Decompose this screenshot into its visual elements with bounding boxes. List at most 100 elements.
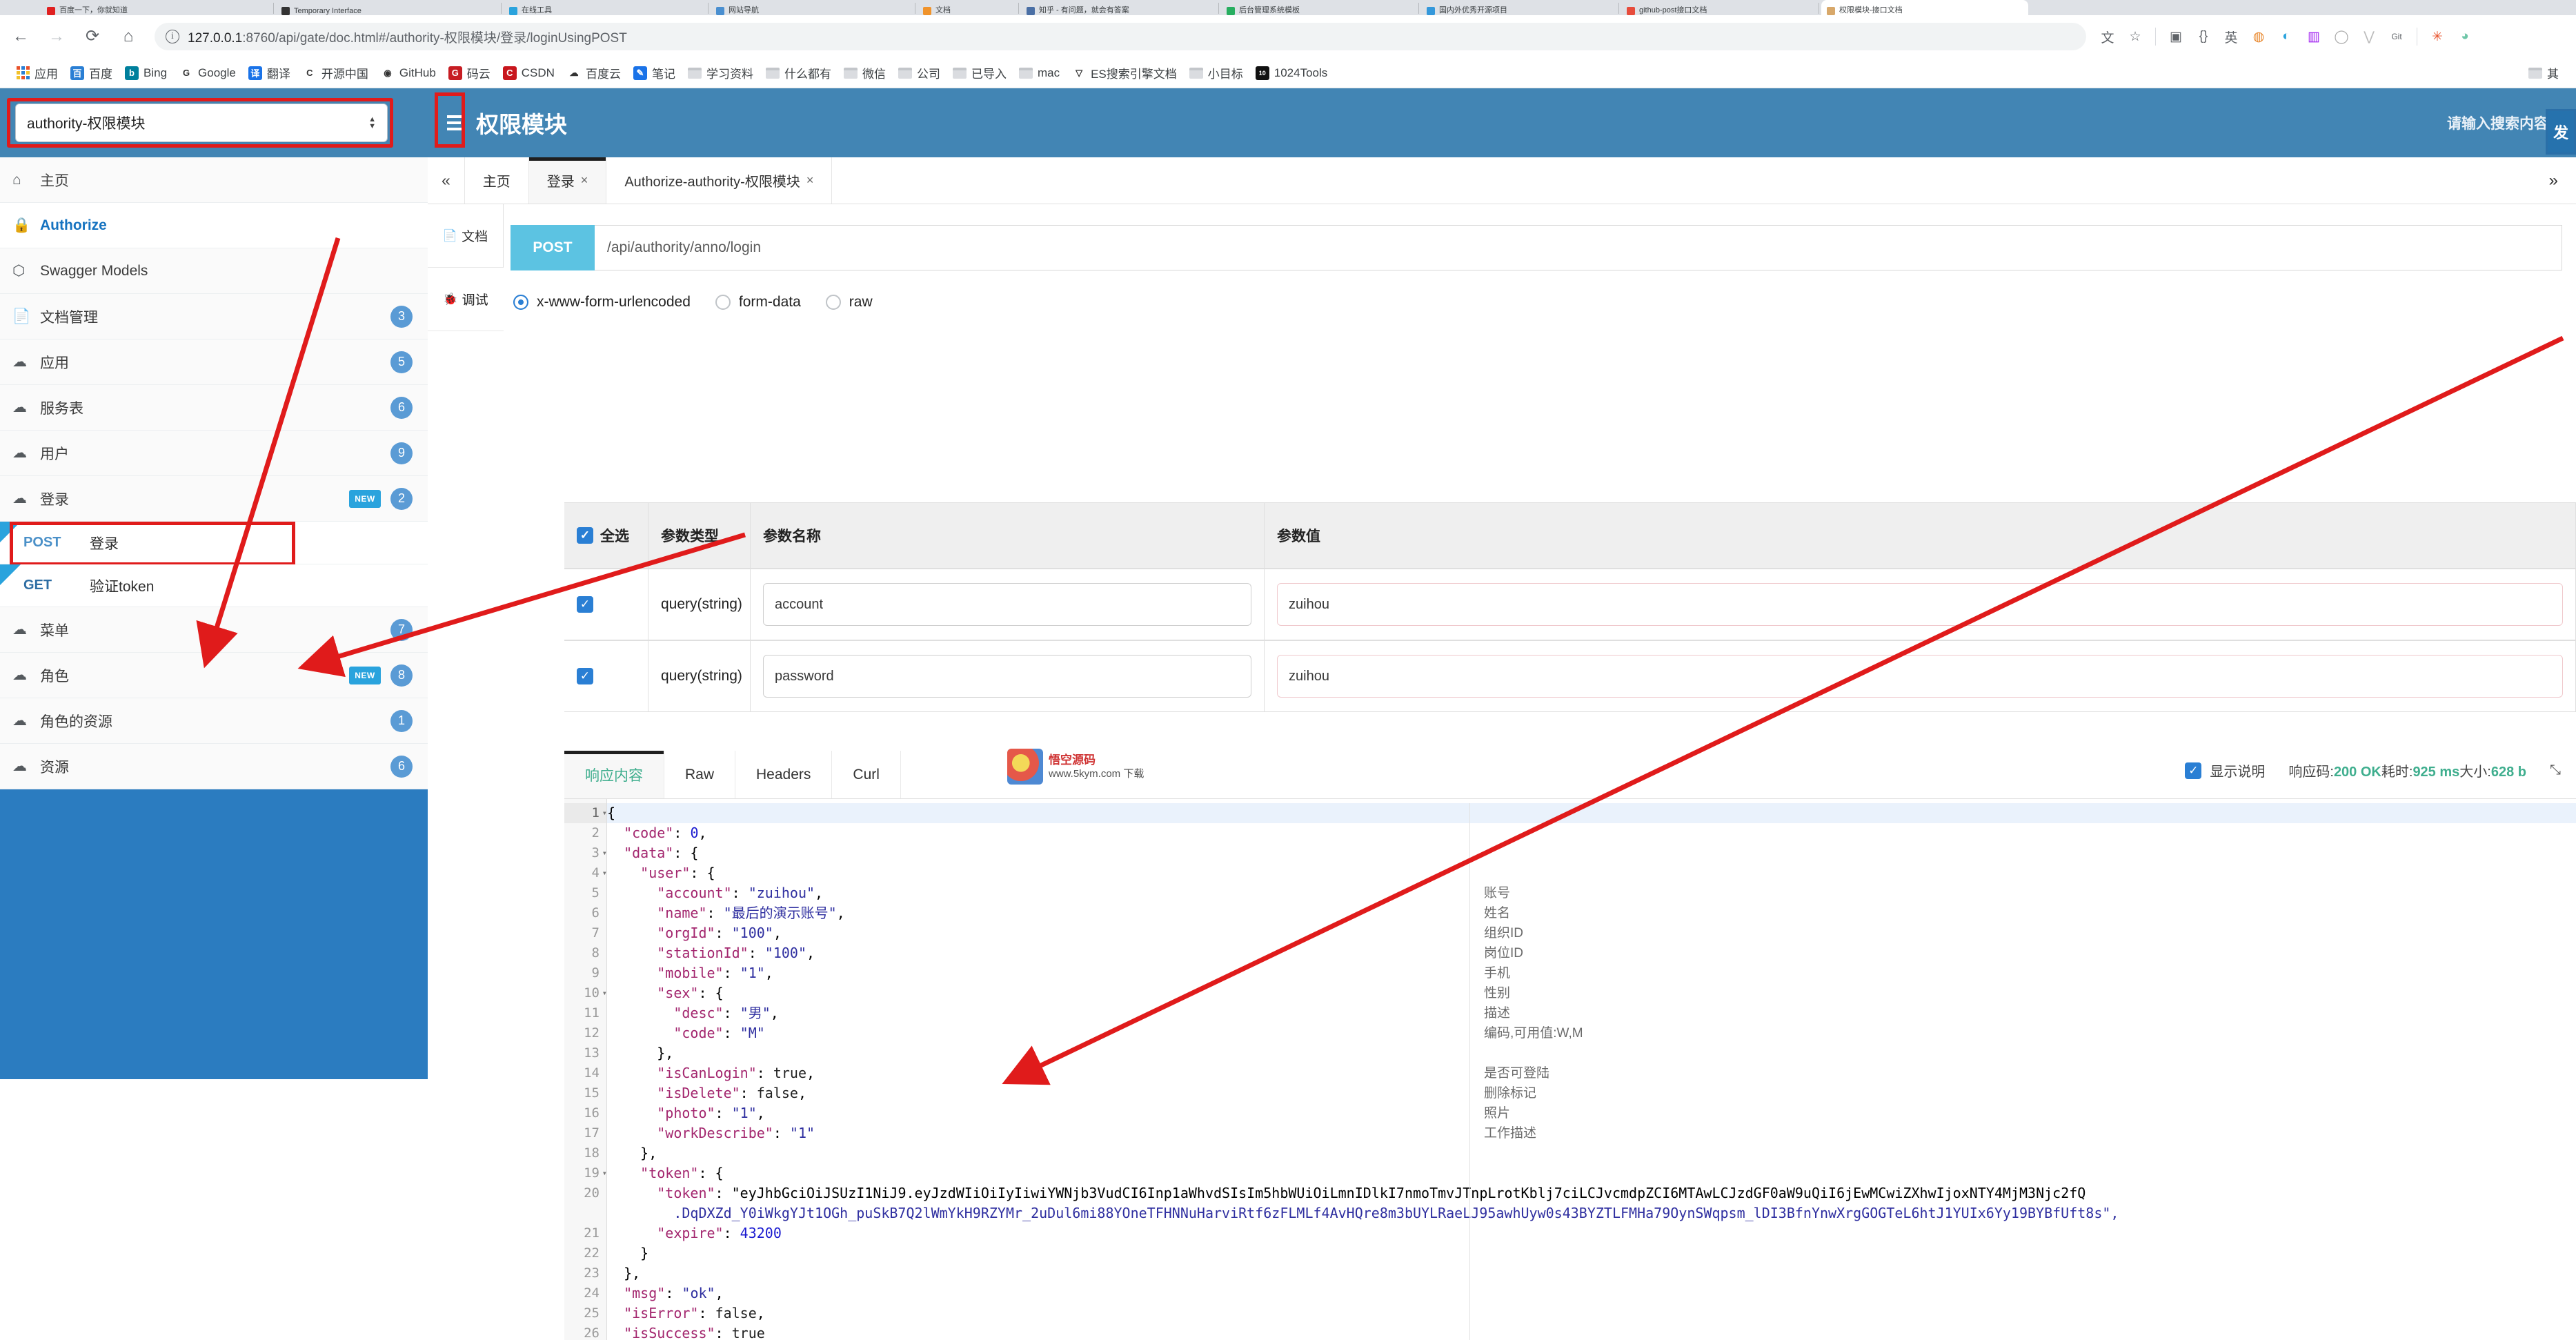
resize-handle-icon[interactable]: ⤡ [2550,762,2561,778]
sidebar-item-登录[interactable]: ☁ 登录 NEW 2 [0,476,428,522]
radio-icon[interactable] [513,295,528,310]
browser-tab[interactable]: Temporary Interface [276,0,504,15]
browser-tab[interactable]: 网站导航 [711,0,918,15]
browser-tab[interactable]: 百度一下，你就知道 [41,0,276,15]
sidebar-item-资源[interactable]: ☁ 资源 6 [0,744,428,789]
bookmark-item[interactable]: 学习资料 [682,61,760,84]
chrome-ext-icon[interactable]: ◍ [2247,25,2270,48]
browser-tab[interactable]: github-post接口文档 [1621,0,1821,15]
row-checkbox[interactable]: ✓ [577,668,593,684]
globe-ext-icon[interactable]: ◐ [2275,25,2298,48]
sidebar-item-文档管理[interactable]: 📄 文档管理 3 [0,294,428,339]
bookmark-item[interactable]: ◉ GitHub [375,63,442,83]
fold-toggle-icon[interactable]: ▾ [602,863,607,883]
forward-arrow-icon[interactable]: → [41,21,72,52]
bookmark-item[interactable]: b Bing [119,63,173,83]
bookmark-item[interactable]: 已导入 [947,61,1013,84]
select-all-checkbox[interactable]: ✓ [577,527,593,544]
o-ext-icon[interactable]: ◯ [2330,25,2353,48]
fold-toggle-icon[interactable]: ▾ [602,803,607,823]
bookmark-item[interactable]: 译翻译 [242,61,297,84]
bookmark-item[interactable]: G Google [173,63,242,83]
sidebar-item-用户[interactable]: ☁ 用户 9 [0,431,428,476]
sidebar-item-应用[interactable]: ☁ 应用 5 [0,339,428,385]
reload-icon[interactable]: ⟳ [77,21,108,52]
back-arrow-icon[interactable]: ← [6,21,36,52]
bookmark-item[interactable]: mac [1013,63,1066,83]
m-ext-icon[interactable]: ⋁ [2357,25,2381,48]
bookmark-item[interactable]: C CSDN [497,63,561,83]
browser-tab[interactable]: 文档 [918,0,1021,15]
bookmark-item[interactable]: 小目标 [1183,61,1249,84]
radio-icon[interactable] [715,295,731,310]
colorpicker-icon[interactable]: ✳ [2426,25,2449,48]
browser-tab[interactable]: 权限模块-接口文档 [1821,0,2028,15]
param-value-input[interactable]: zuihou [1277,583,2563,626]
address-bar[interactable]: i 127.0.0.1:8760/api/gate/doc.html#/auth… [155,23,2086,50]
param-name-input[interactable]: account [763,583,1251,626]
site-info-icon[interactable]: i [166,30,179,43]
sidebar-item-服务表[interactable]: ☁ 服务表 6 [0,385,428,431]
profile-avatar-icon[interactable]: ◕ [2453,25,2477,48]
bookmark-item[interactable]: ✎ 笔记 [627,61,682,84]
qr-icon[interactable]: ▣ [2164,25,2188,48]
sidebar-item-主页[interactable]: ⌂ 主页 [0,157,428,203]
rp-ext-icon[interactable]: ▥ [2302,25,2326,48]
stepper-icon[interactable]: ▲ ▼ [368,116,376,130]
row-checkbox[interactable]: ✓ [577,596,593,613]
bookmark-item[interactable]: 公司 [892,61,947,84]
radio-icon[interactable] [825,295,841,310]
response-json-viewer[interactable]: 1 ▾ 2 3 ▾ 4 ▾ 5 6 7 8 9 10 ▾ 11 12 13 14 15 16 17 18 19 ▾ 20 21 22… [564,799,2576,1340]
response-tab-Raw[interactable]: Raw [664,751,736,798]
close-icon[interactable]: × [806,173,814,188]
response-tab-Headers[interactable]: Headers [735,751,833,798]
sidebar-item-菜单[interactable]: ☁ 菜单 7 [0,607,428,653]
sidebar-item-authorize[interactable]: 🔒 Authorize [0,203,428,248]
endpoint-post[interactable]: NEWPOST 登录 [0,522,428,566]
bookmark-item[interactable]: 应用 [10,61,64,84]
doc-tab[interactable]: 主页 [465,157,529,204]
search-input[interactable]: 请输入搜索内容 [2447,112,2548,133]
doc-tab[interactable]: Authorize-authority-权限模块 × [606,157,833,204]
gitzip-icon[interactable]: Git [2385,25,2408,48]
module-select[interactable]: authority-权限模块 ▲ ▼ [15,104,388,142]
response-tab-响应内容[interactable]: 响应内容 [564,751,664,798]
en-translate-icon[interactable]: 英 [2219,25,2243,48]
param-name-input[interactable]: password [763,655,1251,698]
bookmark-item[interactable]: ▽ ES搜索引擎文档 [1066,61,1183,84]
sidebar-item-角色的资源[interactable]: ☁ 角色的资源 1 [0,698,428,744]
browser-tab[interactable]: 在线工具 [504,0,711,15]
vtab-调试[interactable]: 🐞 调试 [428,268,504,331]
param-value-input[interactable]: zuihou [1277,655,2563,698]
endpoint-get[interactable]: NEWGET 验证token [0,564,428,607]
show-description-toggle[interactable]: ✓ 显示说明 [2185,760,2265,780]
body-type-radio-x-www-form-urlencoded[interactable]: x-www-form-urlencoded [513,294,691,311]
bookmark-item[interactable]: ☁ 百度云 [561,61,627,84]
vtab-文档[interactable]: 📄 文档 [428,204,504,268]
fold-toggle-icon[interactable]: ▾ [602,1163,607,1183]
browser-tab[interactable]: 知乎 - 有问题，就会有答案 [1021,0,1221,15]
body-type-radio-form-data[interactable]: form-data [715,294,801,311]
bookmark-item[interactable]: 什么都有 [760,61,838,84]
request-url-input[interactable]: /api/authority/anno/login [595,225,2562,270]
sidebar-item-swagger-models[interactable]: ⬡ Swagger Models [0,248,428,294]
collapse-sidebar-button[interactable]: « [428,157,465,204]
json-viewer-icon[interactable]: {} [2192,25,2215,48]
browser-tab[interactable]: 后台管理系统模板 [1221,0,1421,15]
sidebar-item-角色[interactable]: ☁ 角色 NEW 8 [0,653,428,698]
doc-tab[interactable]: 登录 × [528,157,607,204]
response-tab-Curl[interactable]: Curl [832,751,901,798]
doc-tabs-more-button[interactable]: » [2531,157,2576,204]
translate-icon[interactable]: 文 [2096,25,2119,48]
checkbox-icon[interactable]: ✓ [2185,762,2202,779]
fold-toggle-icon[interactable]: ▾ [602,983,607,1003]
bookmarks-overflow-button[interactable]: 其 [2522,61,2565,84]
bookmark-star-icon[interactable]: ☆ [2123,25,2147,48]
fold-toggle-icon[interactable]: ▾ [602,843,607,863]
browser-tab[interactable]: 国内外优秀开源项目 [1421,0,1621,15]
body-type-radio-raw[interactable]: raw [825,294,873,311]
bookmark-item[interactable]: 10 1024Tools [1249,63,1334,83]
home-icon[interactable]: ⌂ [113,21,143,52]
bookmark-item[interactable]: G 码云 [442,61,497,84]
bookmark-item[interactable]: C 开源中国 [297,61,375,84]
